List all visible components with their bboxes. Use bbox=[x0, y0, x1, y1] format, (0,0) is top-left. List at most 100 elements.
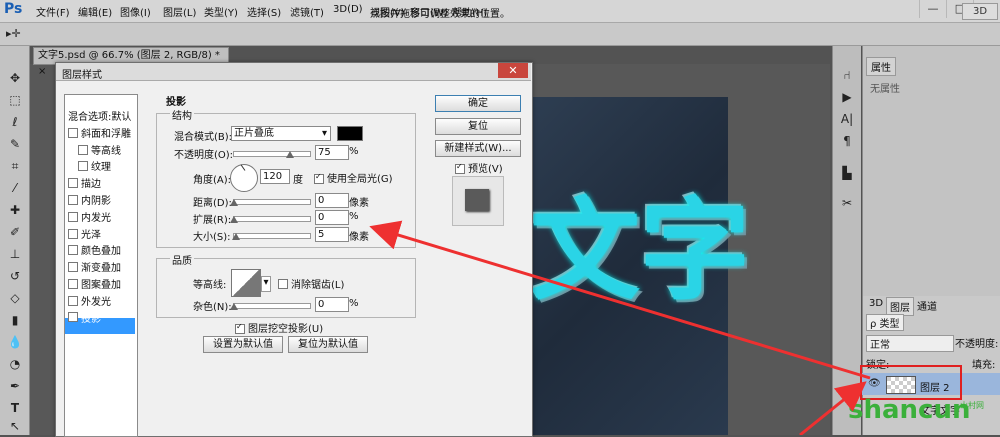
preview-check[interactable] bbox=[455, 164, 465, 174]
size-slider-knob[interactable] bbox=[232, 233, 240, 240]
type-icon[interactable]: T bbox=[6, 400, 24, 416]
tab-channels[interactable]: 通道 bbox=[914, 297, 940, 314]
dialog-close-button[interactable]: ✕ bbox=[498, 63, 528, 78]
style-item[interactable]: 纹理 bbox=[65, 160, 135, 176]
mode-3d-button[interactable]: 3D bbox=[962, 3, 998, 20]
style-item[interactable]: 外发光 bbox=[65, 295, 135, 311]
opacity-slider[interactable] bbox=[233, 151, 311, 157]
make-default-button[interactable]: 设置为默认值 bbox=[203, 336, 283, 353]
contour-dropdown-icon[interactable]: ▾ bbox=[261, 276, 271, 292]
style-checkbox[interactable] bbox=[68, 295, 78, 306]
move-icon[interactable]: ✥ bbox=[6, 70, 24, 86]
style-checkbox[interactable] bbox=[68, 195, 78, 205]
tool-presets-icon[interactable]: ✂ bbox=[839, 196, 855, 210]
style-item[interactable]: 投影 bbox=[65, 311, 135, 328]
style-checkbox[interactable] bbox=[78, 161, 88, 172]
anti-alias-checkbox[interactable]: 消除锯齿(L) bbox=[275, 276, 344, 291]
anti-alias-label: 消除锯齿(L) bbox=[291, 280, 345, 291]
actions-icon[interactable]: ▶ bbox=[839, 90, 855, 104]
opacity-slider-knob[interactable] bbox=[286, 151, 294, 158]
angle-field[interactable]: 120 bbox=[260, 169, 290, 184]
menu-item-0[interactable]: 文件(F) bbox=[36, 4, 70, 19]
marquee-icon[interactable]: ⬚ bbox=[6, 92, 24, 108]
anti-alias-check[interactable] bbox=[278, 279, 288, 289]
menu-item-4[interactable]: 类型(Y) bbox=[204, 4, 238, 19]
contour-picker[interactable] bbox=[231, 269, 261, 297]
pen-icon[interactable]: ✒ bbox=[6, 378, 24, 394]
spread-slider[interactable] bbox=[233, 216, 311, 222]
style-item[interactable]: 光泽 bbox=[65, 228, 135, 244]
style-item[interactable]: 混合选项:默认 bbox=[65, 110, 135, 126]
tab-3d[interactable]: 3D bbox=[866, 297, 886, 310]
healing-brush-icon[interactable]: ✚ bbox=[6, 202, 24, 218]
distance-slider[interactable] bbox=[233, 199, 311, 205]
shadow-color-swatch[interactable] bbox=[337, 126, 363, 141]
menu-item-3[interactable]: 图层(L) bbox=[163, 4, 196, 19]
noise-slider-knob[interactable] bbox=[230, 303, 238, 310]
style-checkbox[interactable] bbox=[68, 178, 78, 189]
menu-item-7[interactable]: 3D(D) bbox=[333, 4, 363, 15]
style-item[interactable]: 斜面和浮雕 bbox=[65, 127, 135, 143]
blur-icon[interactable]: 💧 bbox=[6, 334, 24, 350]
menu-item-6[interactable]: 滤镜(T) bbox=[290, 4, 324, 19]
menu-item-2[interactable]: 图像(I) bbox=[120, 4, 151, 19]
opacity-field[interactable]: 75 bbox=[315, 145, 349, 160]
clone-stamp-icon[interactable]: ⊥ bbox=[6, 246, 24, 262]
gradient-icon[interactable]: ▮ bbox=[6, 312, 24, 328]
knockout-check[interactable] bbox=[235, 324, 245, 334]
spread-slider-knob[interactable] bbox=[230, 216, 238, 223]
style-item[interactable]: 内阴影 bbox=[65, 194, 135, 210]
eyedropper-icon[interactable]: ⁄ bbox=[6, 180, 24, 196]
size-slider[interactable] bbox=[233, 233, 311, 239]
ok-button[interactable]: 确定 bbox=[435, 95, 521, 112]
brush-presets-icon[interactable]: ▙ bbox=[839, 166, 855, 180]
noise-field[interactable]: 0 bbox=[315, 297, 349, 312]
distance-slider-knob[interactable] bbox=[230, 199, 238, 206]
style-checkbox[interactable] bbox=[68, 211, 78, 222]
style-checkbox[interactable] bbox=[68, 228, 78, 239]
style-item[interactable]: 图案叠加 bbox=[65, 278, 135, 294]
character-icon[interactable]: A| bbox=[839, 112, 855, 126]
knockout-checkbox[interactable]: 图层挖空投影(U) bbox=[232, 320, 323, 335]
style-checkbox[interactable] bbox=[68, 279, 78, 289]
history-icon[interactable]: ⑁ bbox=[839, 68, 855, 82]
reset-button[interactable]: 复位 bbox=[435, 118, 521, 135]
reset-default-button[interactable]: 复位为默认值 bbox=[288, 336, 368, 353]
style-item[interactable]: 描边 bbox=[65, 177, 135, 193]
style-checkbox[interactable] bbox=[78, 144, 88, 155]
spread-field[interactable]: 0 bbox=[315, 210, 349, 225]
global-light-checkbox[interactable]: 使用全局光(G) bbox=[311, 170, 393, 185]
global-light-check[interactable] bbox=[314, 174, 324, 184]
history-brush-icon[interactable]: ↺ bbox=[6, 268, 24, 284]
crop-icon[interactable]: ⌗ bbox=[6, 158, 24, 174]
style-item[interactable]: 内发光 bbox=[65, 211, 135, 227]
style-item[interactable]: 颜色叠加 bbox=[65, 244, 135, 260]
style-checkbox[interactable] bbox=[68, 262, 78, 273]
paragraph-icon[interactable]: ¶ bbox=[839, 134, 855, 148]
layer-blend-mode[interactable]: 正常 bbox=[866, 335, 954, 352]
style-item[interactable]: 渐变叠加 bbox=[65, 261, 135, 277]
quick-select-icon[interactable]: ✎ bbox=[6, 136, 24, 152]
tab-properties[interactable]: 属性 bbox=[866, 57, 896, 76]
style-item[interactable]: 等高线 bbox=[65, 144, 135, 160]
size-field[interactable]: 5 bbox=[315, 227, 349, 242]
move-tool-icon[interactable]: ▸✛ bbox=[6, 27, 21, 40]
brush-icon[interactable]: ✐ bbox=[6, 224, 24, 240]
menu-item-5[interactable]: 选择(S) bbox=[247, 4, 281, 19]
layer-filter[interactable]: ρ 类型 bbox=[866, 314, 904, 331]
new-style-button[interactable]: 新建样式(W)... bbox=[435, 140, 521, 157]
path-select-icon[interactable]: ↖ bbox=[6, 418, 24, 434]
blend-mode-select[interactable]: 正片叠底 ▾ bbox=[231, 126, 331, 141]
dodge-icon[interactable]: ◔ bbox=[6, 356, 24, 372]
noise-label: 杂色(N): bbox=[193, 302, 232, 313]
lasso-icon[interactable]: ℓ bbox=[6, 114, 24, 130]
style-checkbox[interactable] bbox=[68, 127, 78, 138]
distance-field[interactable]: 0 bbox=[315, 193, 349, 208]
style-checkbox[interactable] bbox=[68, 245, 78, 256]
eraser-icon[interactable]: ◇ bbox=[6, 290, 24, 306]
minimize-button[interactable]: — bbox=[919, 0, 946, 18]
style-checkbox[interactable] bbox=[68, 311, 78, 322]
preview-checkbox[interactable]: 预览(V) bbox=[452, 160, 503, 175]
menu-item-1[interactable]: 编辑(E) bbox=[78, 4, 112, 19]
noise-slider[interactable] bbox=[233, 303, 311, 309]
